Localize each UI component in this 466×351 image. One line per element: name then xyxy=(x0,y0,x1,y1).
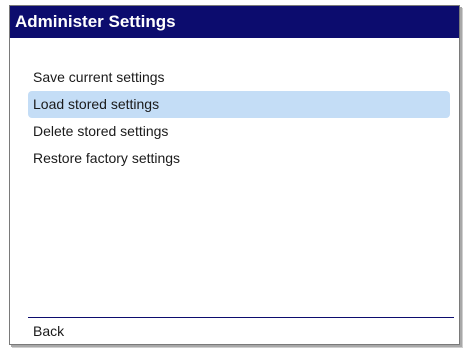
device-screen: Administer Settings Save current setting… xyxy=(0,0,466,351)
back-button-label: Back xyxy=(33,323,65,339)
settings-menu: Save current settings Load stored settin… xyxy=(28,64,450,172)
menu-item-load-stored-settings[interactable]: Load stored settings xyxy=(28,91,450,118)
menu-item-label: Restore factory settings xyxy=(33,150,181,166)
menu-item-save-current-settings[interactable]: Save current settings xyxy=(28,64,450,91)
settings-panel: Administer Settings Save current setting… xyxy=(9,5,460,345)
back-button[interactable]: Back xyxy=(33,320,64,342)
title-bar: Administer Settings xyxy=(10,6,459,38)
menu-item-label: Save current settings xyxy=(33,69,165,85)
footer-divider xyxy=(28,317,454,318)
menu-item-label: Load stored settings xyxy=(33,96,160,112)
menu-item-restore-factory-settings[interactable]: Restore factory settings xyxy=(28,145,450,172)
menu-item-label: Delete stored settings xyxy=(33,123,169,139)
menu-item-delete-stored-settings[interactable]: Delete stored settings xyxy=(28,118,450,145)
page-title: Administer Settings xyxy=(15,12,176,31)
